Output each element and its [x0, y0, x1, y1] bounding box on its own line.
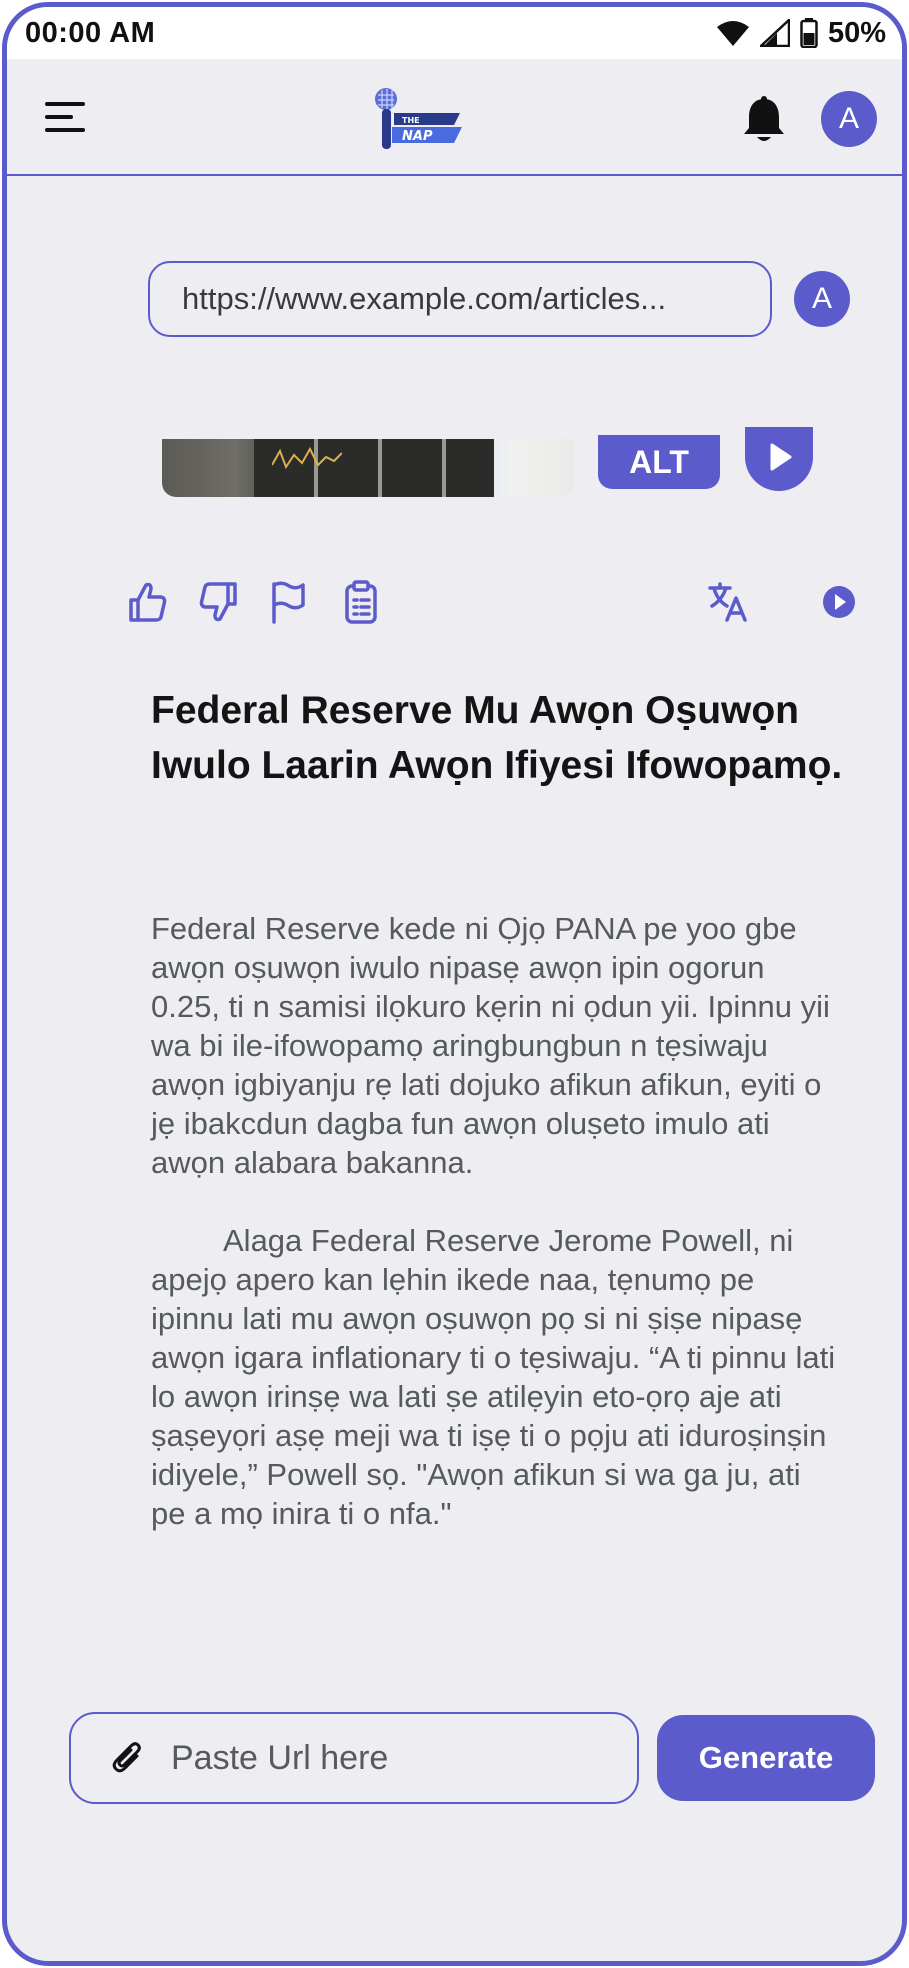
chat-user-avatar: A: [794, 271, 850, 327]
translate-icon[interactable]: [707, 580, 749, 624]
status-icons: 50%: [716, 17, 886, 50]
battery-percent: 50%: [827, 16, 886, 49]
image-chart-line: [272, 446, 342, 470]
article-paragraph: Federal Reserve kede ni Ọjọ PANA pe yoo …: [151, 911, 830, 1180]
bell-icon[interactable]: [741, 95, 787, 145]
url-message-bubble: https://www.example.com/articles...: [148, 261, 772, 337]
article-image: [162, 439, 574, 497]
user-avatar[interactable]: A: [821, 91, 877, 147]
the-nap-logo: THE NAP: [375, 88, 462, 149]
clipboard-icon[interactable]: [341, 580, 381, 624]
logo-text-top: THE: [402, 116, 420, 125]
wifi-icon: [716, 21, 749, 46]
generate-button[interactable]: Generate: [657, 1715, 875, 1801]
phone-frame: 00:00 AM 50% THE NAP A https://www.examp…: [2, 2, 907, 1966]
alt-text-button[interactable]: ALT: [598, 435, 720, 489]
status-time: 00:00 AM: [25, 16, 156, 49]
article-paragraph: Alaga Federal Reserve Jerome Powell, ni …: [151, 1223, 836, 1531]
paperclip-icon[interactable]: [111, 1739, 145, 1777]
battery-icon: [800, 18, 818, 48]
play-icon: [770, 443, 792, 471]
media-play-button[interactable]: [745, 427, 813, 491]
hamburger-menu-icon[interactable]: [43, 99, 89, 135]
status-bar: 00:00 AM 50%: [7, 7, 902, 59]
thumbs-down-icon[interactable]: [198, 580, 238, 624]
thumbs-up-icon[interactable]: [128, 580, 168, 624]
paste-url-input[interactable]: [171, 1738, 591, 1778]
url-input-container[interactable]: [69, 1712, 639, 1804]
flag-icon[interactable]: [268, 580, 308, 624]
article-body: Federal Reserve kede ni Ọjọ PANA pe yoo …: [151, 909, 841, 1572]
logo-text-bottom: NAP: [402, 129, 433, 144]
signal-icon: [759, 19, 790, 47]
app-header: THE NAP A: [7, 59, 902, 176]
play-icon[interactable]: [821, 580, 857, 624]
article-title: Federal Reserve Mu Awọn Oṣuwọn Iwulo Laa…: [151, 689, 843, 787]
